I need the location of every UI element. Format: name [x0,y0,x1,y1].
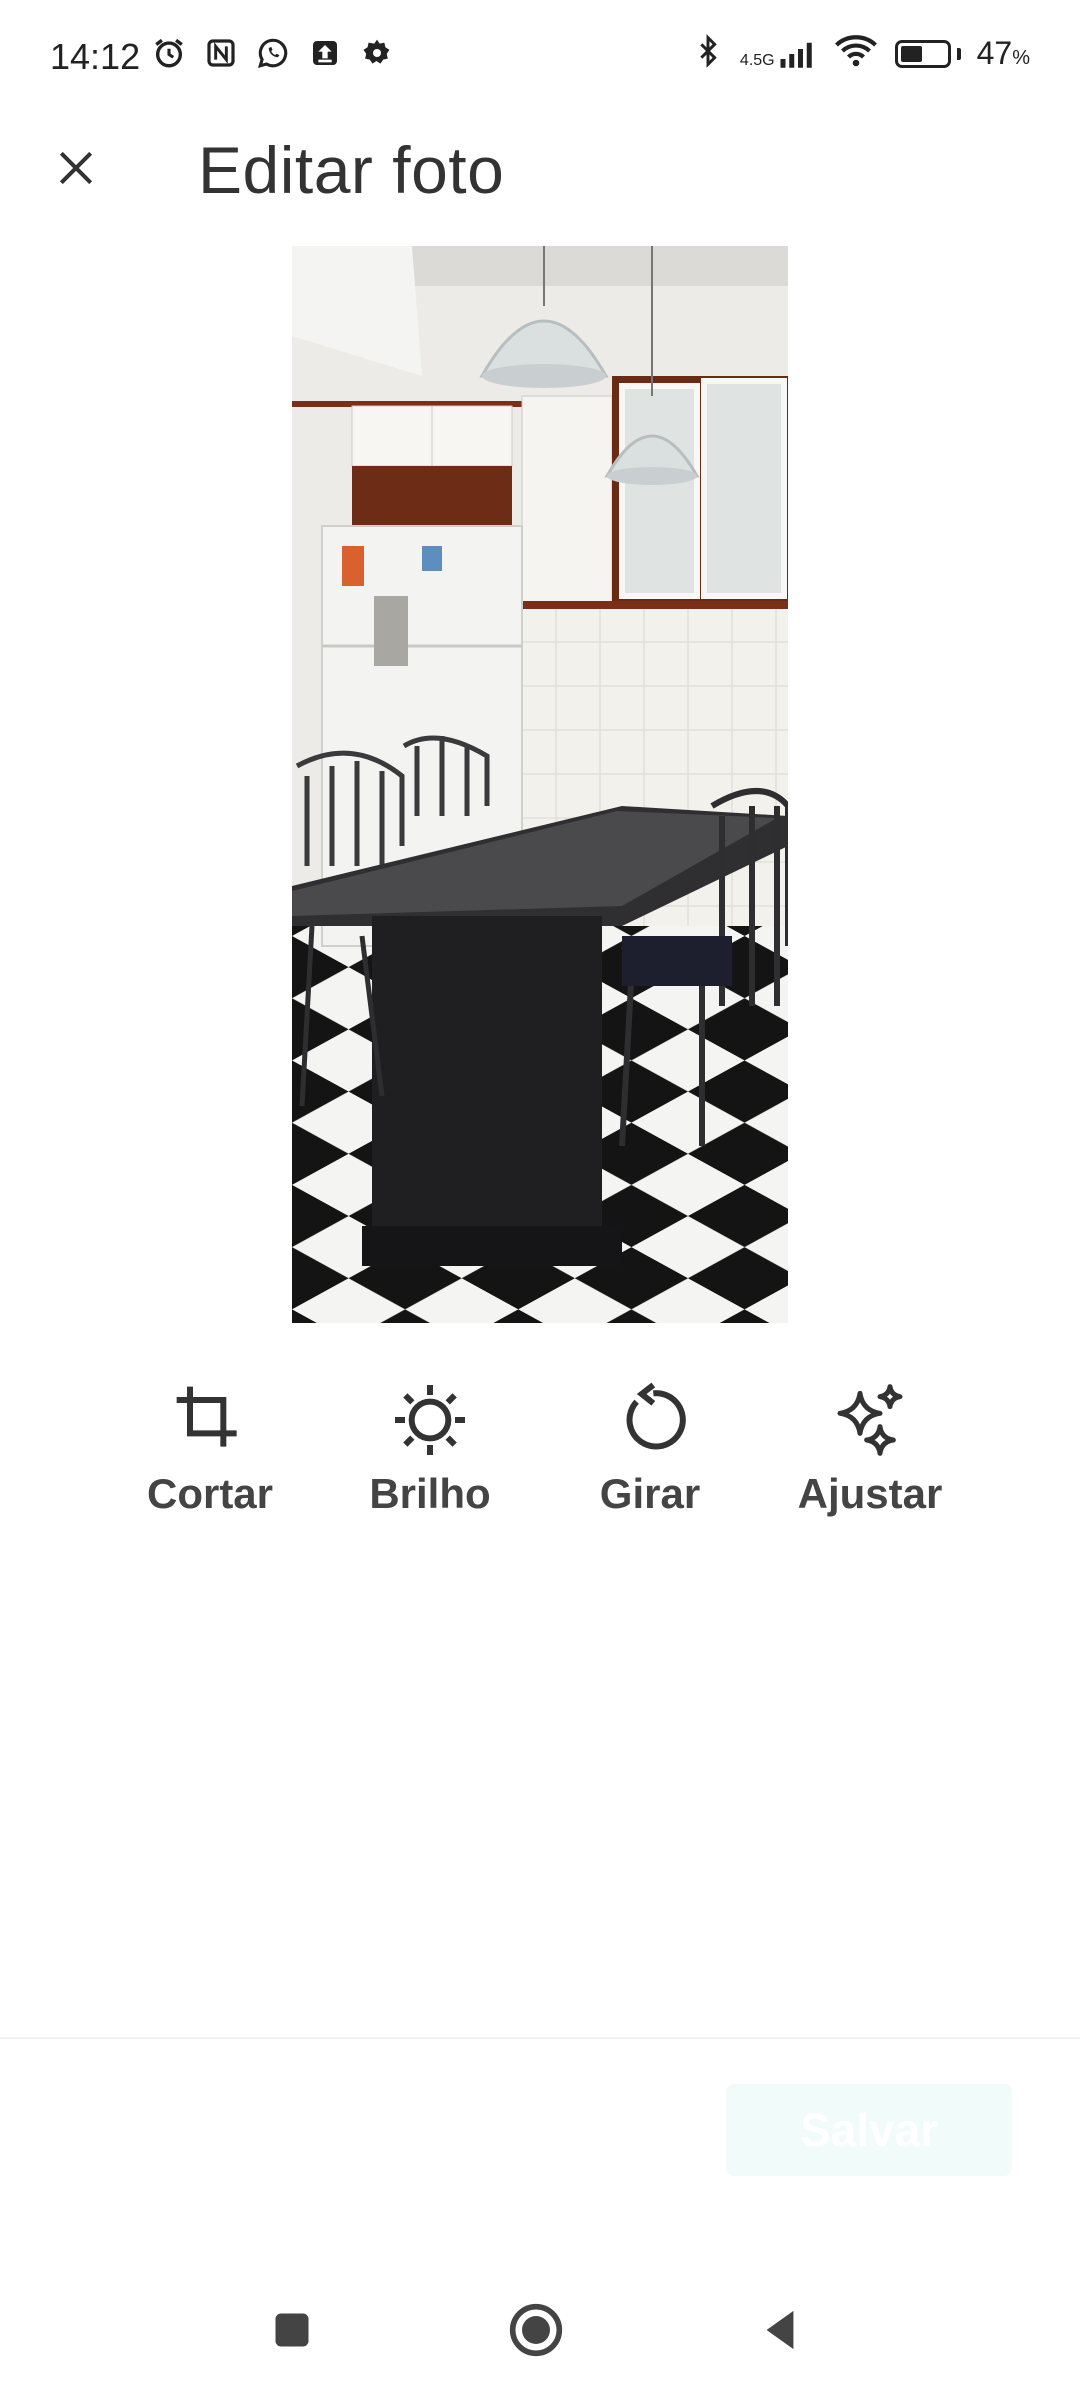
app-bar: Editar foto [0,110,1080,230]
tool-adjust[interactable]: Ajustar [760,1380,980,1540]
sparkle-icon [837,1384,903,1456]
settings-gear-icon [358,34,396,72]
tool-adjust-label: Ajustar [797,1470,943,1517]
tool-crop[interactable]: Cortar [100,1380,320,1540]
home-circle-icon [509,2303,563,2357]
battery-fill [900,45,922,62]
tool-crop-label: Cortar [146,1470,274,1517]
recents-square-icon [275,2313,309,2347]
nfc-icon [202,34,240,72]
back-triangle-icon [766,2310,794,2350]
status-time: 14:12 [50,36,141,77]
page-title: Editar foto [198,133,505,207]
tool-brightness[interactable]: Brilho [320,1380,540,1540]
status-notification-icons [150,34,396,72]
signal-icon: 4.5G [740,39,817,69]
battery-percent-unit: % [1012,47,1030,69]
rotate-icon [626,1382,686,1450]
alarm-icon [150,34,188,72]
kitchen-table-photo [292,246,788,1323]
home-button[interactable] [506,2300,566,2360]
recents-button[interactable] [262,2300,322,2360]
brightness-icon [395,1385,465,1455]
bluetooth-icon [692,32,724,75]
battery-percent-value: 47 [976,35,1013,71]
tool-brightness-label: Brilho [369,1470,491,1517]
battery-percent: 47% [977,35,1030,72]
close-icon [59,151,93,185]
crop-icon [176,1386,237,1447]
network-type-label: 4.5G [739,51,775,69]
save-button[interactable]: Salvar [726,2084,1012,2176]
whatsapp-icon [254,34,292,72]
battery-tip [956,47,961,60]
wifi-icon [833,33,879,74]
tool-rotate-label: Girar [599,1470,701,1517]
photo-preview [292,246,788,1323]
upload-icon [306,34,344,72]
battery-body [894,39,951,68]
tool-rotate[interactable]: Girar [540,1380,760,1540]
system-nav-bar [0,2270,1080,2400]
bottom-divider [0,2037,1080,2039]
status-bar: 14:12 4.5G 47% [0,0,1080,110]
close-button[interactable] [40,132,112,204]
battery-icon [894,39,961,68]
edit-tools-row: Cortar Brilho Girar Ajustar [100,1380,980,1540]
back-button[interactable] [750,2300,810,2360]
status-system-icons: 4.5G 47% [692,32,1030,75]
